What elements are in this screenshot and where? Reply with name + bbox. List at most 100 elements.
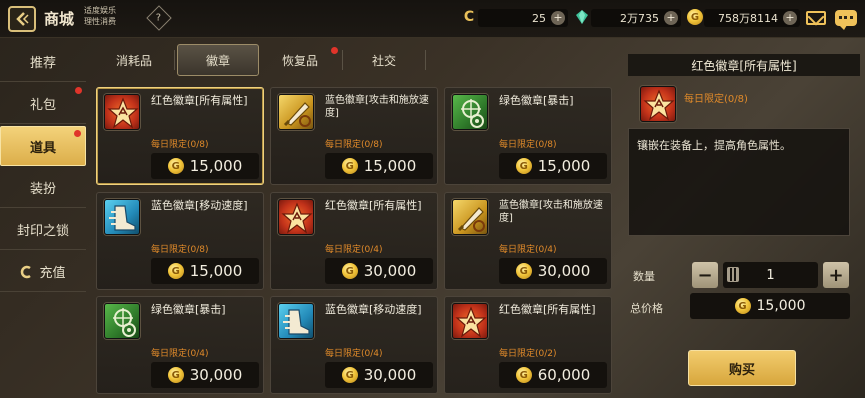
sidebar-item-label: 充值 — [39, 266, 66, 281]
buy-button[interactable]: 购买 — [688, 350, 796, 386]
product-daily-limit: 每日限定(0/4) — [151, 349, 209, 359]
product-name: 蓝色徽章[攻击和施放速度] — [325, 95, 429, 119]
product-daily-limit: 每日限定(0/4) — [499, 245, 557, 255]
back-button[interactable] — [8, 6, 36, 32]
increase-quantity-button[interactable]: + — [823, 262, 849, 288]
product-daily-limit: 每日限定(0/8) — [499, 140, 557, 150]
sidebar-item-label: 封印之锁 — [16, 224, 69, 239]
currency-gold: 758万8114 + — [704, 9, 800, 27]
tab-divider — [342, 50, 343, 70]
gold-coin-icon: G — [515, 367, 532, 383]
sidebar-item-label: 装扮 — [29, 182, 56, 197]
total-price-field: G 15,000 — [690, 293, 850, 319]
yellow-badge-icon — [452, 199, 488, 235]
tab-badges[interactable]: 徽章 — [177, 44, 259, 76]
add-gold-button[interactable]: + — [783, 11, 797, 25]
c-token-icon: C — [463, 9, 475, 25]
product-daily-limit: 每日限定(0/8) — [325, 140, 383, 150]
product-daily-limit: 每日限定(0/4) — [325, 245, 383, 255]
notification-dot — [75, 87, 82, 94]
gold-coin-icon: G — [341, 263, 358, 279]
sidebar-item-label: 道具 — [29, 140, 56, 156]
product-name: 红色徽章[所有属性] — [325, 199, 422, 212]
c-token-icon — [21, 265, 32, 278]
back-arrow-icon — [16, 12, 29, 26]
green-gem-icon — [574, 9, 590, 25]
product-name: 蓝色徽章[攻击和施放速度] — [499, 200, 603, 224]
product-card[interactable]: 蓝色徽章[移动速度] 每日限定(0/4) G 30,000 — [270, 296, 438, 394]
product-card[interactable]: 蓝色徽章[攻击和施放速度] 每日限定(0/8) G 15,000 — [270, 87, 438, 185]
yellow-badge-icon — [278, 94, 314, 130]
sidebar-item-recommended[interactable]: 推荐 — [0, 42, 86, 82]
tab-social[interactable]: 社交 — [346, 44, 422, 76]
gold-coin-icon: G — [515, 263, 532, 279]
top-bar: 商城 适度娱乐 理性消费 ? C 25 + 2万735 + G 758万8114… — [0, 0, 865, 38]
product-price: G 30,000 — [325, 258, 433, 284]
currency-gem: 2万735 + — [591, 9, 681, 27]
calculator-icon[interactable] — [727, 267, 739, 282]
tab-divider — [425, 50, 426, 70]
gold-coin-icon: G — [341, 158, 358, 174]
product-card[interactable]: 红色徽章[所有属性] 每日限定(0/8) G 15,000 — [96, 87, 264, 185]
product-price: G 30,000 — [151, 362, 259, 388]
product-daily-limit: 每日限定(0/8) — [151, 245, 209, 255]
product-card[interactable]: 绿色徽章[暴击] 每日限定(0/8) G 15,000 — [444, 87, 612, 185]
blue-badge-icon — [278, 303, 314, 339]
notification-dot — [74, 130, 81, 137]
gold-coin-icon: G — [167, 367, 184, 383]
sidebar-item-seal-lock[interactable]: 封印之锁 — [0, 210, 86, 250]
add-gem-button[interactable]: + — [664, 11, 678, 25]
product-card[interactable]: 绿色徽章[暴击] 每日限定(0/4) G 30,000 — [96, 296, 264, 394]
sidebar-item-packages[interactable]: 礼包 — [0, 84, 86, 124]
quantity-label: 数量 — [633, 270, 655, 283]
moderation-notice: 适度娱乐 理性消费 — [84, 5, 116, 27]
product-daily-limit: 每日限定(0/4) — [325, 349, 383, 359]
product-name: 绿色徽章[暴击] — [499, 94, 574, 107]
moderation-notice-line1: 适度娱乐 — [84, 6, 116, 15]
tab-consumables[interactable]: 消耗品 — [96, 44, 172, 76]
detail-daily-limit: 每日限定(0/8) — [684, 94, 748, 105]
chat-icon[interactable] — [835, 10, 857, 30]
red-badge-icon — [104, 94, 140, 130]
product-price: G 30,000 — [499, 258, 607, 284]
green-badge-icon — [452, 94, 488, 130]
sidebar-item-items[interactable]: 道具 — [0, 126, 86, 166]
decrease-quantity-button[interactable]: − — [692, 262, 718, 288]
total-price-label: 总价格 — [630, 302, 663, 315]
tab-recovery[interactable]: 恢复品 — [262, 44, 338, 76]
gold-coin-icon: G — [167, 263, 184, 279]
blue-badge-icon — [104, 199, 140, 235]
moderation-notice-line2: 理性消费 — [84, 17, 116, 26]
detail-title: 红色徽章[所有属性] — [628, 54, 860, 76]
sidebar-item-recharge[interactable]: 充值 — [0, 252, 86, 292]
product-card[interactable]: 蓝色徽章[攻击和施放速度] 每日限定(0/4) G 30,000 — [444, 192, 612, 290]
gold-coin-icon: G — [687, 9, 703, 25]
product-price: G 15,000 — [325, 153, 433, 179]
gold-coin-icon: G — [734, 298, 751, 314]
green-badge-icon — [104, 303, 140, 339]
product-card[interactable]: 红色徽章[所有属性] 每日限定(0/2) G 60,000 — [444, 296, 612, 394]
help-icon[interactable]: ? — [146, 5, 172, 31]
product-price: G 15,000 — [499, 153, 607, 179]
product-price: G 60,000 — [499, 362, 607, 388]
add-c-token-button[interactable]: + — [551, 11, 565, 25]
mail-icon[interactable] — [806, 11, 826, 25]
sidebar-item-label: 礼包 — [29, 98, 56, 113]
sidebar: 推荐 礼包 道具 装扮 封印之锁 充值 — [0, 40, 88, 398]
quantity-field[interactable]: 1 — [723, 262, 818, 288]
product-name: 红色徽章[所有属性] — [499, 303, 596, 316]
product-card[interactable]: 蓝色徽章[移动速度] 每日限定(0/8) G 15,000 — [96, 192, 264, 290]
red-badge-icon — [278, 199, 314, 235]
item-description-text: 镶嵌在装备上，提高角色属性。 — [637, 139, 791, 152]
product-name: 蓝色徽章[移动速度] — [151, 199, 248, 212]
red-badge-icon — [640, 86, 676, 122]
product-name: 绿色徽章[暴击] — [151, 303, 226, 316]
tab-divider — [174, 50, 175, 70]
product-card[interactable]: 红色徽章[所有属性] 每日限定(0/4) G 30,000 — [270, 192, 438, 290]
product-name: 红色徽章[所有属性] — [151, 94, 248, 107]
sidebar-item-label: 推荐 — [29, 56, 56, 71]
gold-coin-icon: G — [341, 367, 358, 383]
product-price: G 15,000 — [151, 258, 259, 284]
product-daily-limit: 每日限定(0/2) — [499, 349, 557, 359]
sidebar-item-costume[interactable]: 装扮 — [0, 168, 86, 208]
